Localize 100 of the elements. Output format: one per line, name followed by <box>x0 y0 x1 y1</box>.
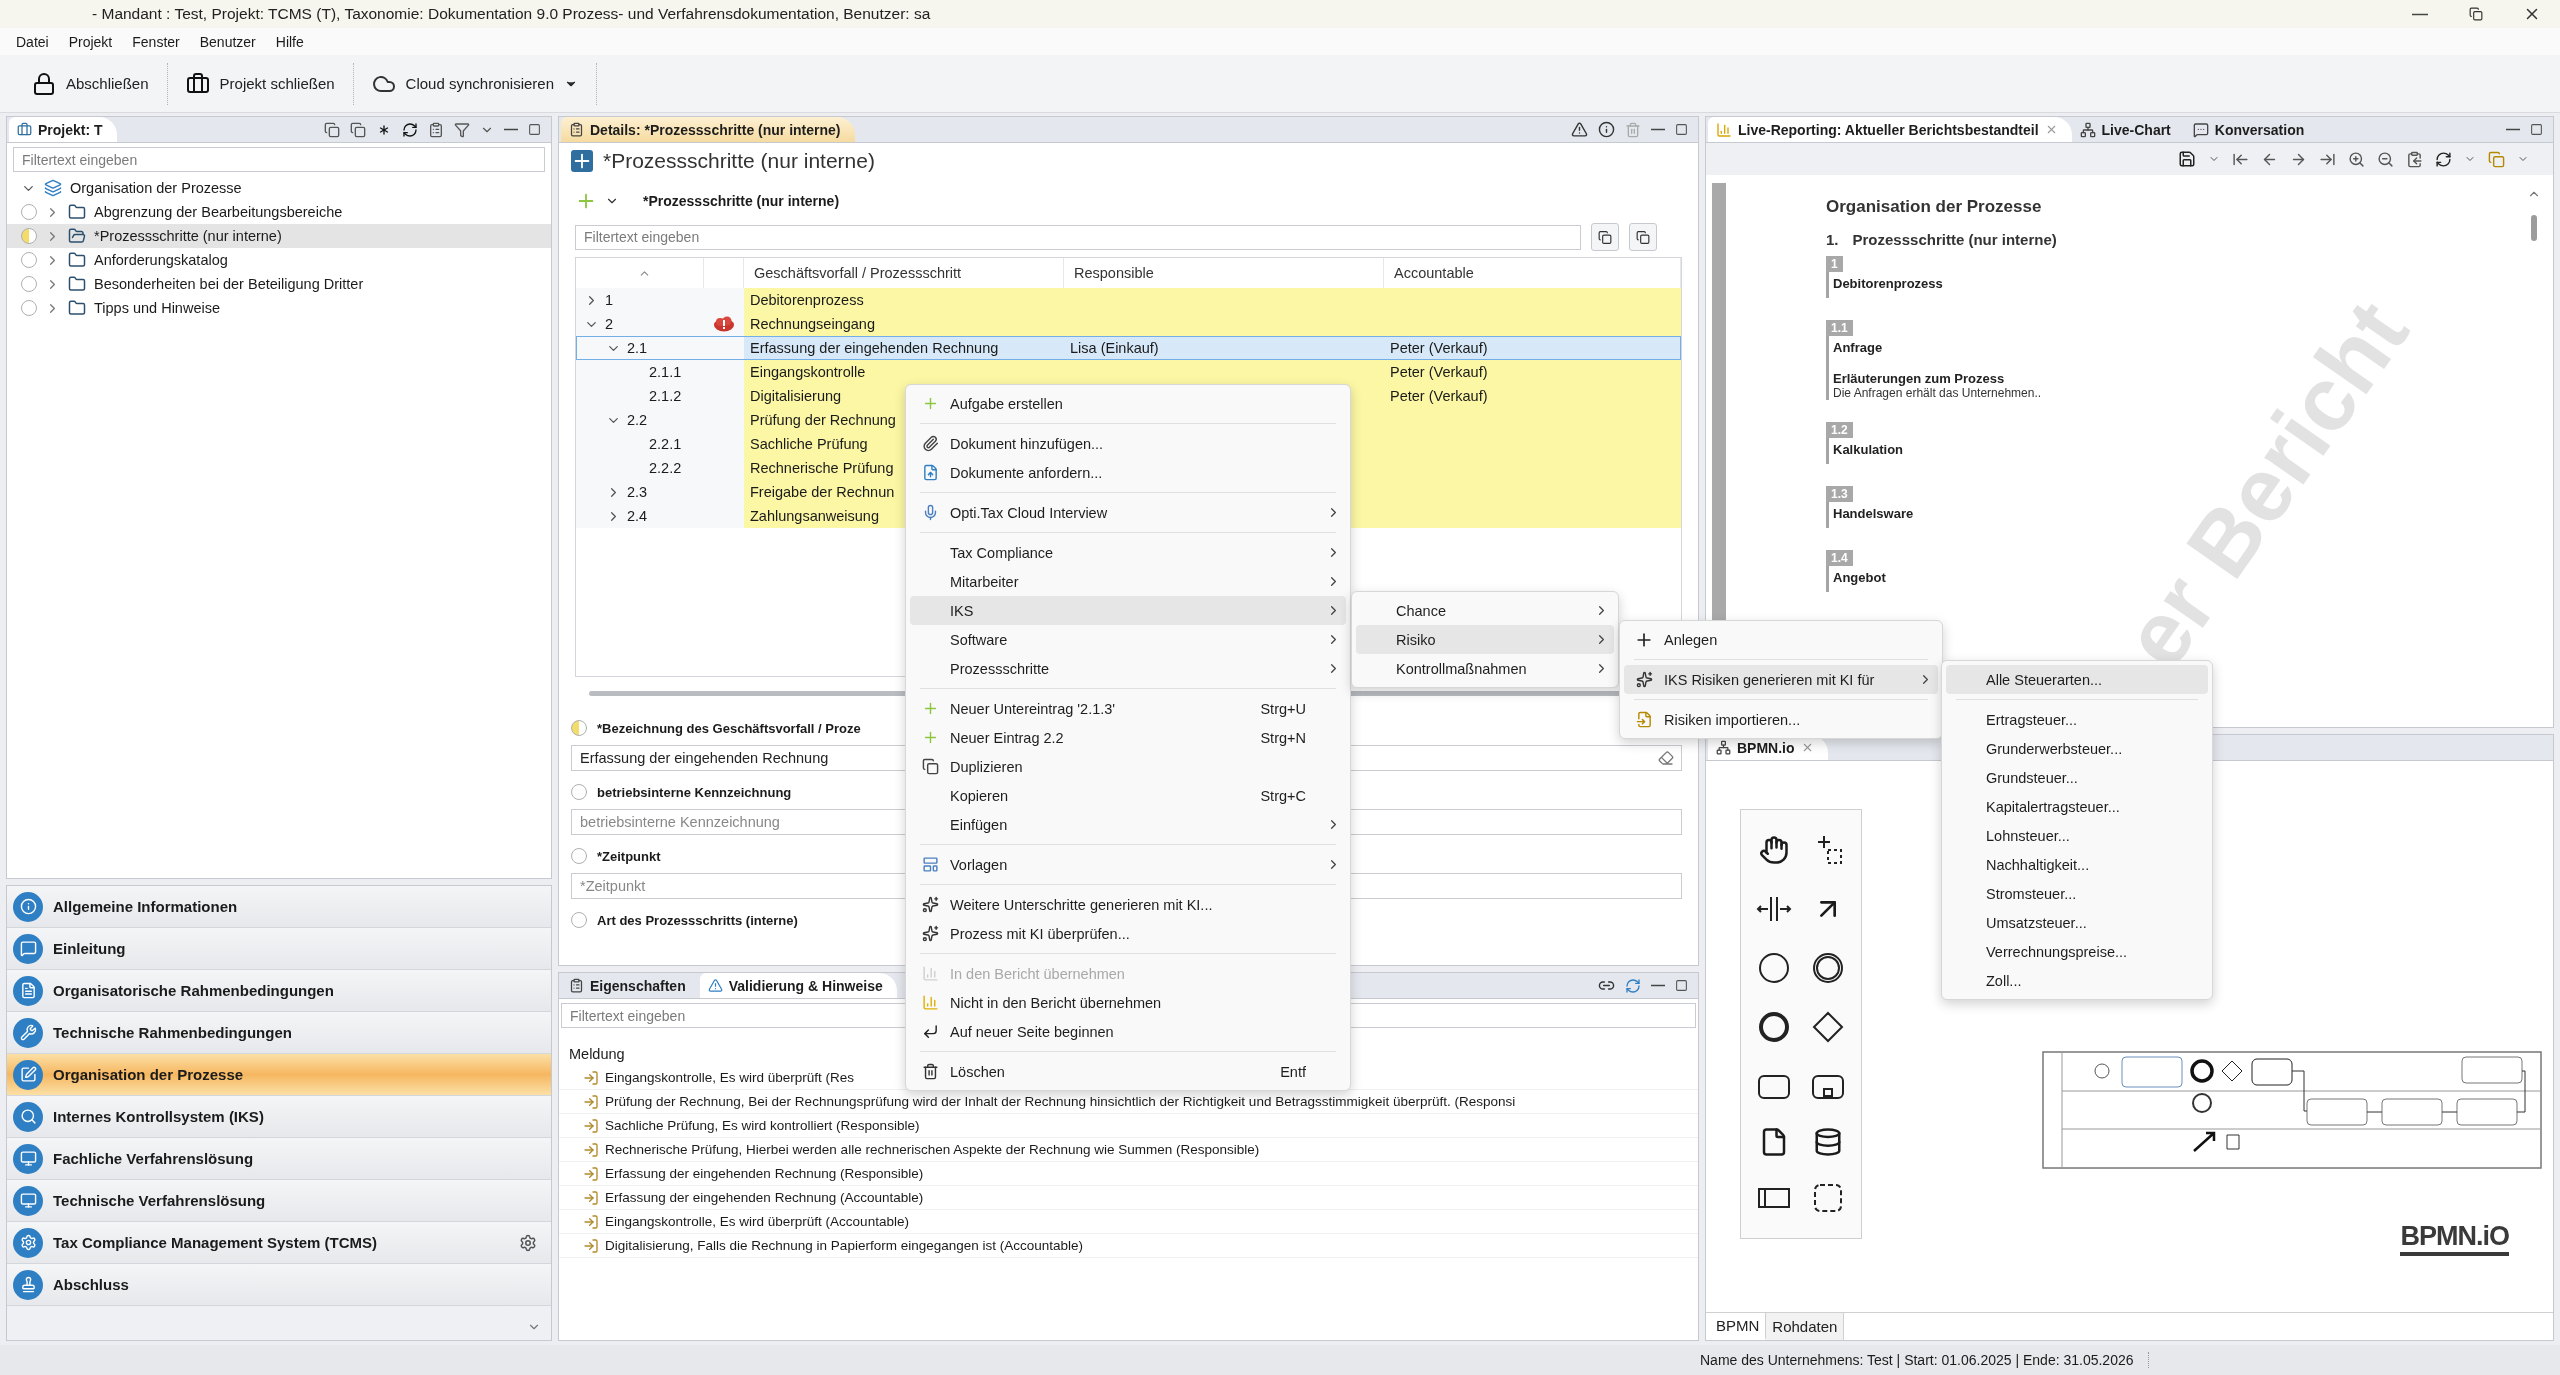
menu-item[interactable]: Kontrollmaßnahmen <box>1356 654 1614 683</box>
navigation-item[interactable]: Technische Rahmenbedingungen <box>7 1012 551 1054</box>
menu-item[interactable]: Kopieren Strg+C <box>910 781 1346 810</box>
navigation-item[interactable]: Organisation der Prozesse <box>7 1054 551 1096</box>
menu-item[interactable]: Duplizieren <box>910 752 1346 781</box>
message-text[interactable]: Prüfung der Rechnung, Bei der Rechnungsprüfung wird der Inhalt der Rechnung hinsichtlich der Richtigkeit und Betragsstimmigkeit überprüft. (Responsi <box>605 1094 1516 1109</box>
tree-item[interactable]: *Prozessschritte (nur interne) <box>7 224 551 248</box>
warning-icon[interactable] <box>1571 121 1588 138</box>
message-text[interactable]: Erfassung der eingehenden Rechnung (Responsible) <box>605 1166 924 1181</box>
collapse-icon[interactable] <box>324 121 340 138</box>
menu-item[interactable]: IKS <box>910 596 1346 625</box>
menu-item[interactable]: Tax Compliance <box>910 538 1346 567</box>
expand-icon[interactable] <box>350 121 366 138</box>
minimize-icon[interactable] <box>504 128 518 131</box>
pages-icon[interactable] <box>2488 150 2505 168</box>
navigation-item[interactable]: Tax Compliance Management System (TCMS) <box>7 1222 551 1264</box>
hand-icon[interactable] <box>1759 834 1789 865</box>
navigation-item[interactable]: Internes Kontrollsystem (IKS) <box>7 1096 551 1138</box>
add-icon[interactable] <box>571 150 593 172</box>
tree-item[interactable]: Tipps und Hinweise <box>7 296 551 320</box>
menu-item[interactable]: Stromsteuer... <box>1946 879 2208 908</box>
menu-item[interactable]: Neuer Untereintrag '2.1.3' Strg+U <box>910 694 1346 723</box>
menu-item[interactable]: Zoll... <box>1946 966 2208 995</box>
menu-item[interactable]: Kapitalertragsteuer... <box>1946 792 2208 821</box>
message-text[interactable]: Rechnerische Prüfung, Hierbei werden alle rechnerischen Aspekte der Rechnung wie Summen (Responsible) <box>605 1142 1260 1157</box>
editor-tab[interactable]: Rohdaten <box>1766 1313 1845 1340</box>
bpmn-logo[interactable]: BPMN.iO <box>2400 1221 2509 1256</box>
menu-item[interactable]: Umsatzsteuer... <box>1946 908 2208 937</box>
tree-item[interactable]: Anforderungskatalog <box>7 248 551 272</box>
menu-item[interactable]: Dokument hinzufügen... <box>910 429 1346 458</box>
panel-tab[interactable]: Validierung & Hinweise <box>699 973 897 998</box>
message-text[interactable]: Digitalisierung, Falls die Rechnung in Papierform eingegangen ist (Accountable) <box>605 1238 1084 1253</box>
menu-item[interactable]: Vorlagen <box>910 850 1346 879</box>
expand-button[interactable] <box>1629 223 1657 251</box>
navigation-item[interactable]: Einleitung <box>7 928 551 970</box>
minimize-icon[interactable] <box>1651 984 1665 987</box>
maximize-icon[interactable] <box>1675 979 1688 992</box>
filter-icon[interactable] <box>454 121 470 138</box>
toolbar-button[interactable]: Cloud synchronisieren <box>353 62 598 105</box>
toolbar-button[interactable]: Abschließen <box>14 62 168 105</box>
navigation-item[interactable]: Allgemeine Informationen <box>7 886 551 928</box>
panel-tab[interactable]: Live-Reporting: Aktueller Berichtsbestandteil <box>1708 117 2072 142</box>
navigation-item[interactable]: Organisatorische Rahmenbedingungen <box>7 970 551 1012</box>
zoom-out-icon[interactable] <box>2377 150 2394 168</box>
maximize-icon[interactable] <box>528 123 541 136</box>
scrollbar[interactable] <box>2531 215 2537 241</box>
refresh-icon[interactable] <box>2435 150 2452 168</box>
menu-bar-item[interactable]: Fenster <box>122 33 190 50</box>
table-row[interactable]: 1 Debitorenprozess <box>576 288 1681 312</box>
message-text[interactable]: Eingangskontrolle, Es wird überprüft (Accountable) <box>605 1214 909 1229</box>
message-text[interactable]: Eingangskontrolle, Es wird überprüft (Res <box>605 1070 855 1085</box>
info-icon[interactable] <box>1598 121 1615 138</box>
menu-item[interactable]: Grunderwerbsteuer... <box>1946 734 2208 763</box>
panel-tab[interactable]: Konversation <box>2184 117 2319 142</box>
menu-item[interactable]: Einfügen <box>910 810 1346 839</box>
filter-field[interactable]: Filtertext eingeben <box>13 147 545 172</box>
menu-bar-item[interactable]: Datei <box>6 33 59 50</box>
menu-item[interactable]: Löschen Entf <box>910 1057 1346 1086</box>
message-text[interactable]: Erfassung der eingehenden Rechnung (Accountable) <box>605 1190 924 1205</box>
menu-item[interactable]: Auf neuer Seite beginnen <box>910 1017 1346 1046</box>
navigation-item[interactable]: Fachliche Verfahrenslösung <box>7 1138 551 1180</box>
filter-field[interactable]: Filtertext eingeben <box>575 224 1581 250</box>
menu-item[interactable]: Weitere Unterschritte generieren mit KI... <box>910 890 1346 919</box>
menu-bar-item[interactable]: Benutzer <box>189 33 266 50</box>
menu-item[interactable]: Nicht in den Bericht übernehmen <box>910 988 1346 1017</box>
tree-item[interactable]: Besonderheiten bei der Beteiligung Dritter <box>7 272 551 296</box>
eraser-icon[interactable] <box>1658 750 1674 766</box>
maximize-icon[interactable] <box>2530 123 2543 136</box>
menu-item[interactable]: Risiko <box>1356 625 1614 654</box>
menu-item[interactable]: Ertragsteuer... <box>1946 705 2208 734</box>
database-icon[interactable] <box>1813 1127 1843 1158</box>
menu-item[interactable]: Grundsteuer... <box>1946 763 2208 792</box>
table-row[interactable]: 2 Rechnungseingang <box>576 312 1681 336</box>
table-row[interactable]: 2.1 Erfassung der eingehenden Rechnung Lisa (Einkauf) Peter (Verkauf) <box>576 336 1681 360</box>
menu-item[interactable]: Risiken importieren... <box>1624 705 1938 734</box>
bold-circle-icon[interactable] <box>1756 1009 1792 1045</box>
minimize-icon[interactable] <box>1651 128 1665 131</box>
menu-item[interactable]: Verrechnungspreise... <box>1946 937 2208 966</box>
menu-item[interactable]: IKS Risiken generieren mit KI für <box>1624 665 1938 694</box>
message-text[interactable]: Sachliche Prüfung, Es wird kontrolliert (Responsible) <box>605 1118 920 1133</box>
menu-item[interactable]: Nachhaltigkeit... <box>1946 850 2208 879</box>
save-icon[interactable] <box>2178 150 2196 168</box>
tree-item[interactable]: Abgrenzung der Bearbeitungsbereiche <box>7 200 551 224</box>
panel-tab[interactable]: Projekt: T <box>9 117 117 142</box>
menu-item[interactable]: Anlegen <box>1624 625 1938 654</box>
tree-item[interactable]: Organisation der Prozesse <box>7 176 551 200</box>
menu-bar-item[interactable]: Projekt <box>58 33 123 50</box>
menu-item[interactable]: Neuer Eintrag 2.2 Strg+N <box>910 723 1346 752</box>
refresh-icon[interactable] <box>402 121 418 138</box>
diamond-icon[interactable] <box>1810 1009 1846 1045</box>
panel-tab[interactable]: Live-Chart <box>2071 117 2185 142</box>
menu-item[interactable]: Prozessschritte <box>910 654 1346 683</box>
collapse-button[interactable] <box>1591 223 1619 251</box>
menu-item[interactable]: Lohnsteuer... <box>1946 821 2208 850</box>
panel-tab[interactable]: Details: *Prozessschritte (nur interne) <box>561 117 855 142</box>
zoom-in-icon[interactable] <box>2348 150 2365 168</box>
menu-item[interactable]: Mitarbeiter <box>910 567 1346 596</box>
menu-item[interactable]: Chance <box>1356 596 1614 625</box>
menu-item[interactable]: Alle Steuerarten... <box>1946 665 2208 694</box>
minimize-icon[interactable] <box>2506 128 2520 131</box>
